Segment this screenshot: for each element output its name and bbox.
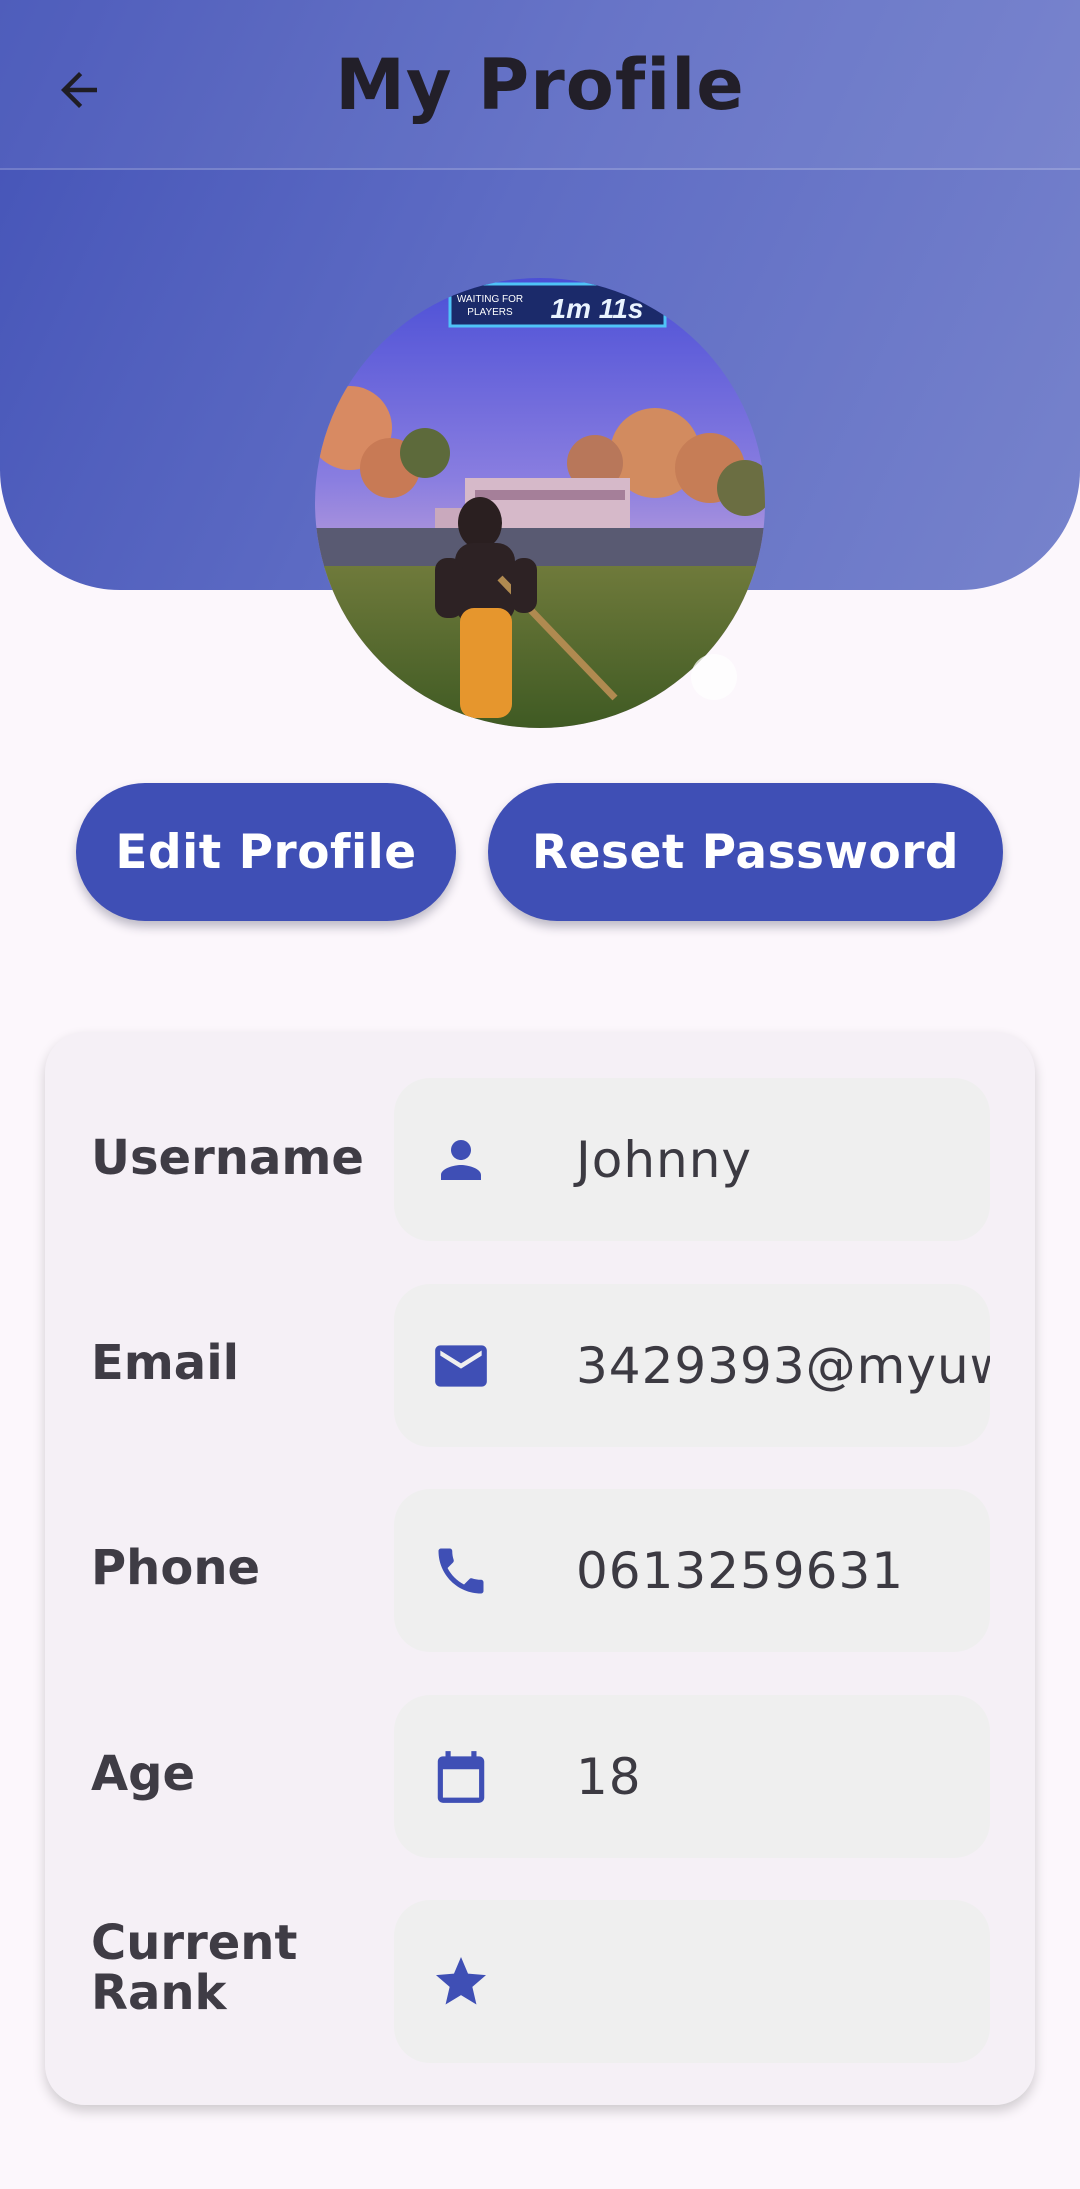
mail-icon xyxy=(430,1335,492,1397)
person-icon xyxy=(430,1129,492,1191)
phone-icon xyxy=(430,1540,492,1602)
email-value: 3429393@myuw xyxy=(576,1336,990,1395)
phone-field[interactable]: 0613259631 xyxy=(394,1489,990,1652)
page-title: My Profile xyxy=(335,44,745,126)
calendar-icon xyxy=(430,1746,492,1808)
current-rank-label: Current Rank xyxy=(91,1918,297,2019)
age-value: 18 xyxy=(576,1747,642,1806)
current-rank-label-line1: Current xyxy=(91,1915,298,1971)
avatar-overlay-text-1: WAITING FOR xyxy=(457,294,523,305)
age-field[interactable]: 18 xyxy=(394,1695,990,1858)
avatar-overlay-timer: 1m 11s xyxy=(551,293,644,324)
avatar-overlay-text-2: PLAYERS xyxy=(467,307,513,318)
star-icon xyxy=(430,1951,492,2013)
edit-profile-button[interactable]: Edit Profile xyxy=(76,783,456,921)
current-rank-label-line2: Rank xyxy=(91,1965,227,2022)
profile-info-card: Username Johnny Email 3429393@myuw Phone… xyxy=(45,1032,1035,2105)
reset-password-button[interactable]: Reset Password xyxy=(488,783,1003,921)
phone-value: 0613259631 xyxy=(576,1541,905,1600)
username-label: Username xyxy=(91,1130,364,1186)
phone-label: Phone xyxy=(91,1540,261,1596)
app-bar: My Profile xyxy=(0,0,1080,170)
avatar-edit-dot[interactable] xyxy=(691,654,737,700)
username-field[interactable]: Johnny xyxy=(394,1078,990,1241)
age-label: Age xyxy=(91,1746,196,1802)
email-label: Email xyxy=(91,1335,240,1391)
current-rank-field[interactable] xyxy=(394,1900,990,2063)
username-value: Johnny xyxy=(576,1130,752,1189)
email-field[interactable]: 3429393@myuw xyxy=(394,1284,990,1447)
